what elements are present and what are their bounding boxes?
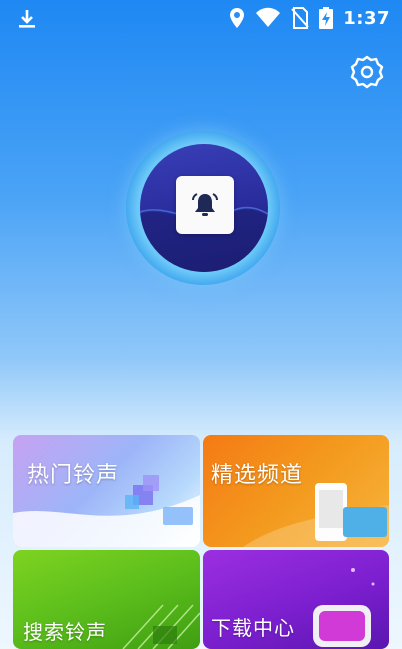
battery-charging-icon (319, 7, 334, 29)
status-bar: 1:37 (0, 0, 402, 38)
gear-icon[interactable] (350, 55, 384, 89)
tile-label: 精选频道 (211, 463, 304, 488)
tile-search-ringtones[interactable]: 搜索铃声 (13, 550, 200, 649)
tile-featured-channels[interactable]: 精选频道 (203, 435, 389, 547)
location-icon (230, 8, 245, 28)
tile-label: 热门铃声 (27, 463, 120, 488)
phone-illustration (243, 483, 389, 547)
wifi-icon (256, 7, 281, 27)
tile-download-center[interactable]: 下载中心 (203, 550, 389, 649)
no-sim-icon (291, 7, 309, 29)
cube-illustration (13, 475, 200, 547)
tile-label: 下载中心 (211, 616, 295, 640)
bell-button[interactable] (176, 176, 234, 234)
clock: 1:37 (343, 7, 390, 29)
bell-icon (192, 193, 218, 216)
tile-label: 搜索铃声 (23, 620, 107, 644)
tile-hot-ringtones[interactable]: 热门铃声 (13, 435, 200, 547)
download-icon (19, 10, 35, 28)
